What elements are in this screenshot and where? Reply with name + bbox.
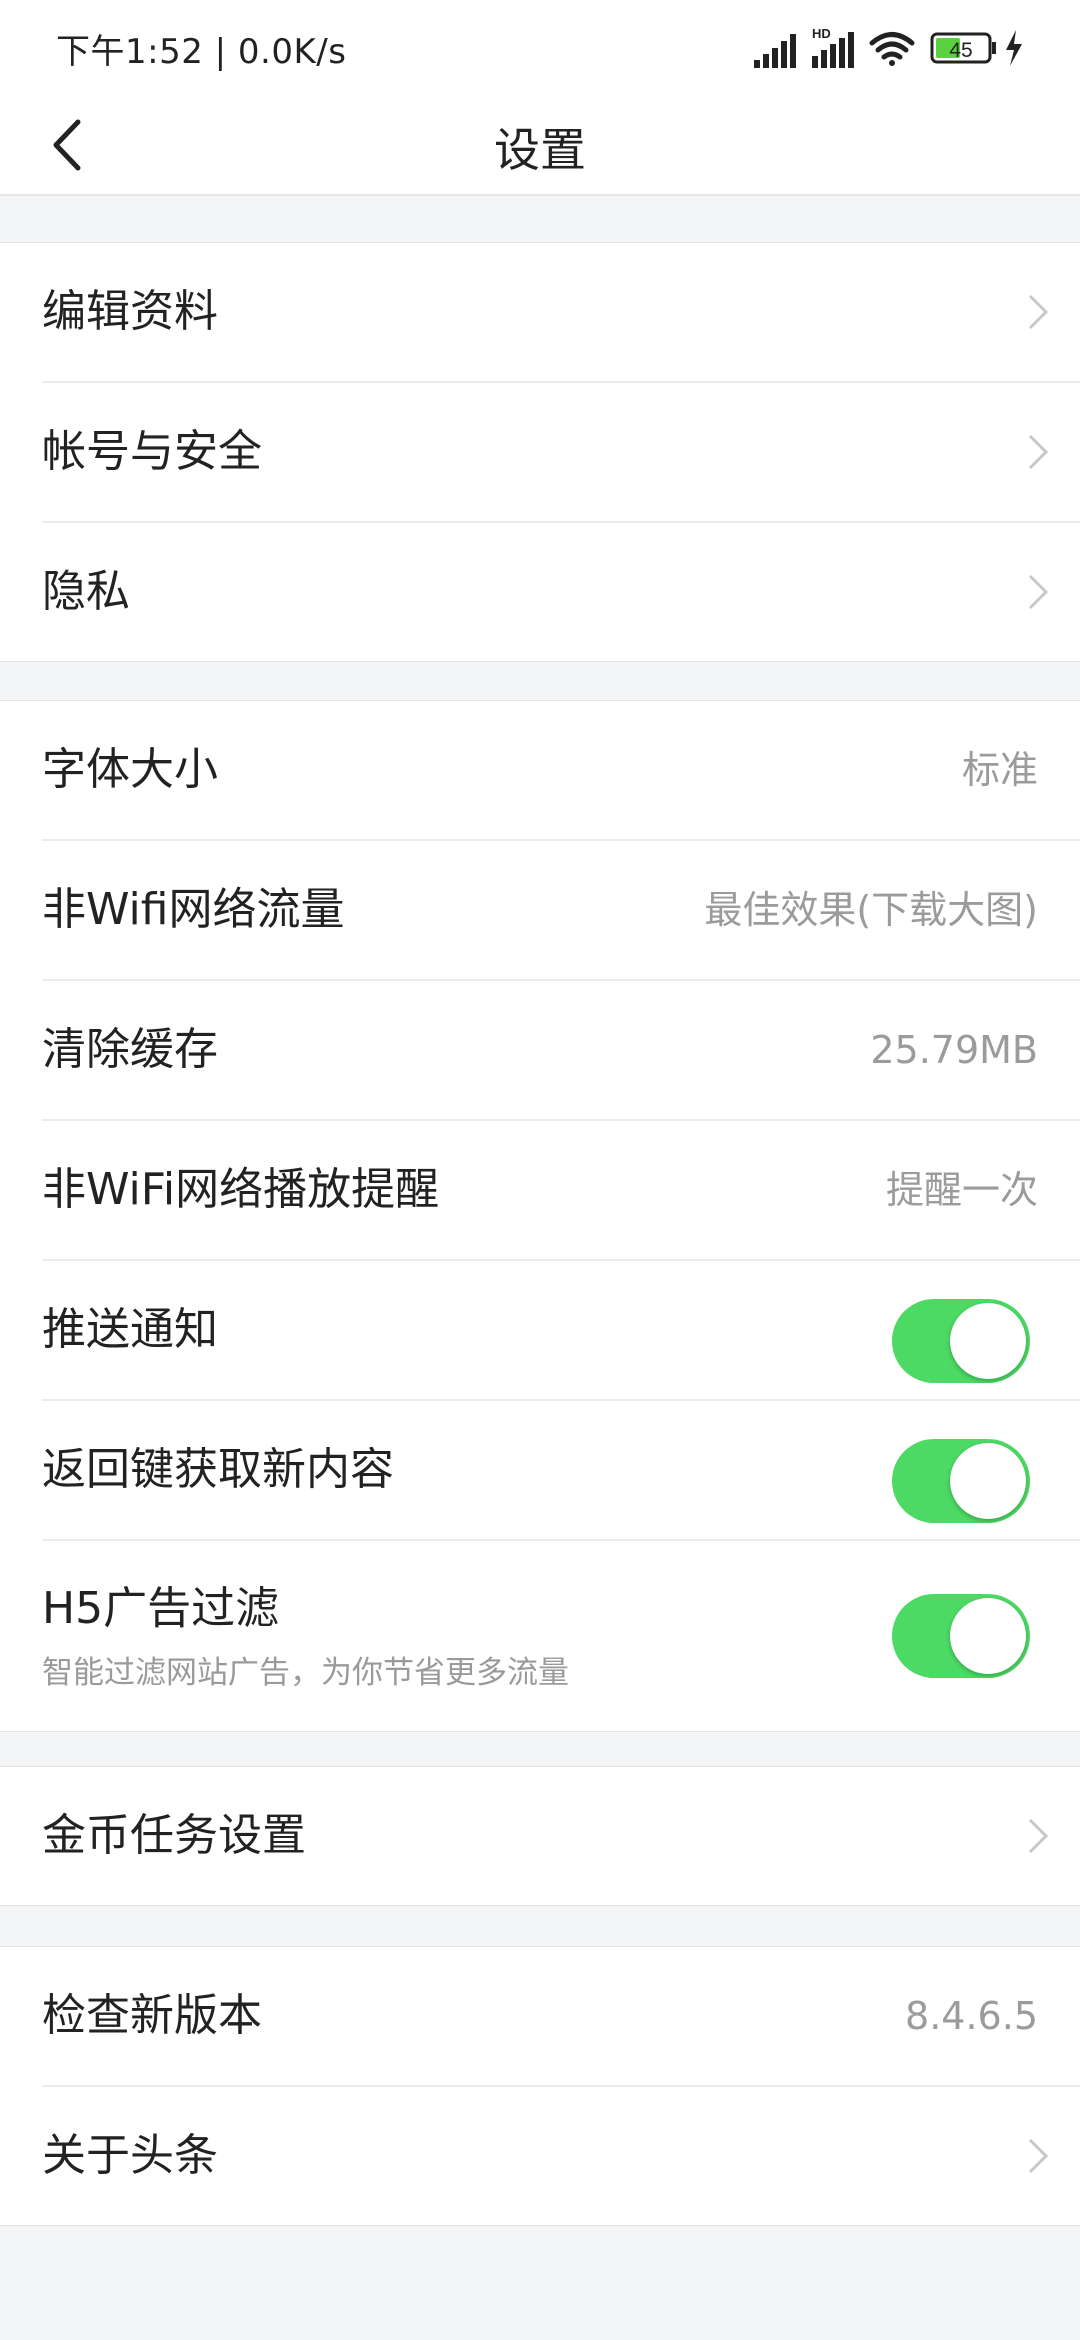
toggle-knob bbox=[950, 1443, 1026, 1519]
signal-icon bbox=[754, 34, 796, 68]
row-value: 提醒一次 bbox=[885, 1168, 1038, 1212]
about-row[interactable]: 关于头条 bbox=[42, 2087, 1080, 2225]
page-title: 设置 bbox=[494, 123, 586, 177]
coin-section: 金币任务设置 bbox=[0, 1766, 1080, 1906]
back-key-refresh-row: 返回键获取新内容 bbox=[42, 1401, 1080, 1541]
about-section: 检查新版本 8.4.6.5 关于头条 bbox=[0, 1946, 1080, 2226]
row-value: 25.79MB bbox=[870, 1028, 1038, 1072]
chevron-right-icon bbox=[1028, 2138, 1049, 2174]
battery-icon: 45 bbox=[930, 32, 996, 64]
row-label: 关于头条 bbox=[42, 2130, 218, 2181]
row-label: 非WiFi网络播放提醒 bbox=[42, 1164, 440, 1215]
header: 设置 bbox=[0, 96, 1080, 196]
row-value: 标准 bbox=[961, 748, 1038, 792]
row-label: 帐号与安全 bbox=[42, 426, 262, 477]
row-subtitle: 智能过滤网站广告，为你节省更多流量 bbox=[42, 1655, 569, 1691]
profile-section: 编辑资料 帐号与安全 隐私 bbox=[0, 242, 1080, 662]
row-label: 编辑资料 bbox=[42, 286, 218, 337]
chevron-right-icon bbox=[1028, 1818, 1049, 1854]
row-label: 字体大小 bbox=[42, 744, 218, 795]
chevron-right-icon bbox=[1028, 434, 1049, 470]
charging-icon bbox=[1006, 30, 1022, 66]
back-key-refresh-toggle[interactable] bbox=[892, 1439, 1030, 1523]
privacy-row[interactable]: 隐私 bbox=[42, 523, 1080, 661]
status-time-speed: 下午1:52 | 0.0K/s bbox=[56, 32, 347, 72]
push-notification-row: 推送通知 bbox=[42, 1261, 1080, 1401]
h5-ad-filter-row: H5广告过滤 智能过滤网站广告，为你节省更多流量 bbox=[42, 1541, 1080, 1731]
h5-ad-filter-toggle[interactable] bbox=[892, 1594, 1030, 1678]
row-label: 检查新版本 bbox=[42, 1990, 262, 2041]
non-wifi-traffic-row[interactable]: 非Wifi网络流量 最佳效果(下载大图) bbox=[42, 841, 1080, 981]
status-icons: HD 45 bbox=[754, 26, 1022, 68]
row-value: 最佳效果(下载大图) bbox=[704, 888, 1038, 932]
row-label: 金币任务设置 bbox=[42, 1810, 306, 1861]
row-label: 清除缓存 bbox=[42, 1024, 218, 1075]
toggle-knob bbox=[950, 1303, 1026, 1379]
toggle-knob bbox=[950, 1598, 1026, 1674]
row-label: H5广告过滤 bbox=[42, 1583, 280, 1634]
general-section: 字体大小 标准 非Wifi网络流量 最佳效果(下载大图) 清除缓存 25.79M… bbox=[0, 700, 1080, 1732]
push-notification-toggle[interactable] bbox=[892, 1299, 1030, 1383]
check-version-row[interactable]: 检查新版本 8.4.6.5 bbox=[42, 1947, 1080, 2087]
font-size-row[interactable]: 字体大小 标准 bbox=[42, 701, 1080, 841]
row-label: 返回键获取新内容 bbox=[42, 1444, 394, 1495]
edit-profile-row[interactable]: 编辑资料 bbox=[42, 243, 1080, 383]
row-label: 非Wifi网络流量 bbox=[42, 884, 345, 935]
chevron-right-icon bbox=[1028, 294, 1049, 330]
clear-cache-row[interactable]: 清除缓存 25.79MB bbox=[42, 981, 1080, 1121]
row-label: 隐私 bbox=[42, 566, 130, 617]
version-value: 8.4.6.5 bbox=[905, 1994, 1038, 2038]
wifi-icon bbox=[869, 32, 915, 66]
account-security-row[interactable]: 帐号与安全 bbox=[42, 383, 1080, 523]
coin-task-settings-row[interactable]: 金币任务设置 bbox=[42, 1767, 1080, 1905]
status-bar: 下午1:52 | 0.0K/s HD 45 bbox=[0, 0, 1080, 96]
chevron-right-icon bbox=[1028, 574, 1049, 610]
hd-label: HD bbox=[812, 26, 831, 41]
non-wifi-play-reminder-row[interactable]: 非WiFi网络播放提醒 提醒一次 bbox=[42, 1121, 1080, 1261]
row-label: 推送通知 bbox=[42, 1304, 218, 1355]
battery-level: 45 bbox=[949, 39, 972, 62]
